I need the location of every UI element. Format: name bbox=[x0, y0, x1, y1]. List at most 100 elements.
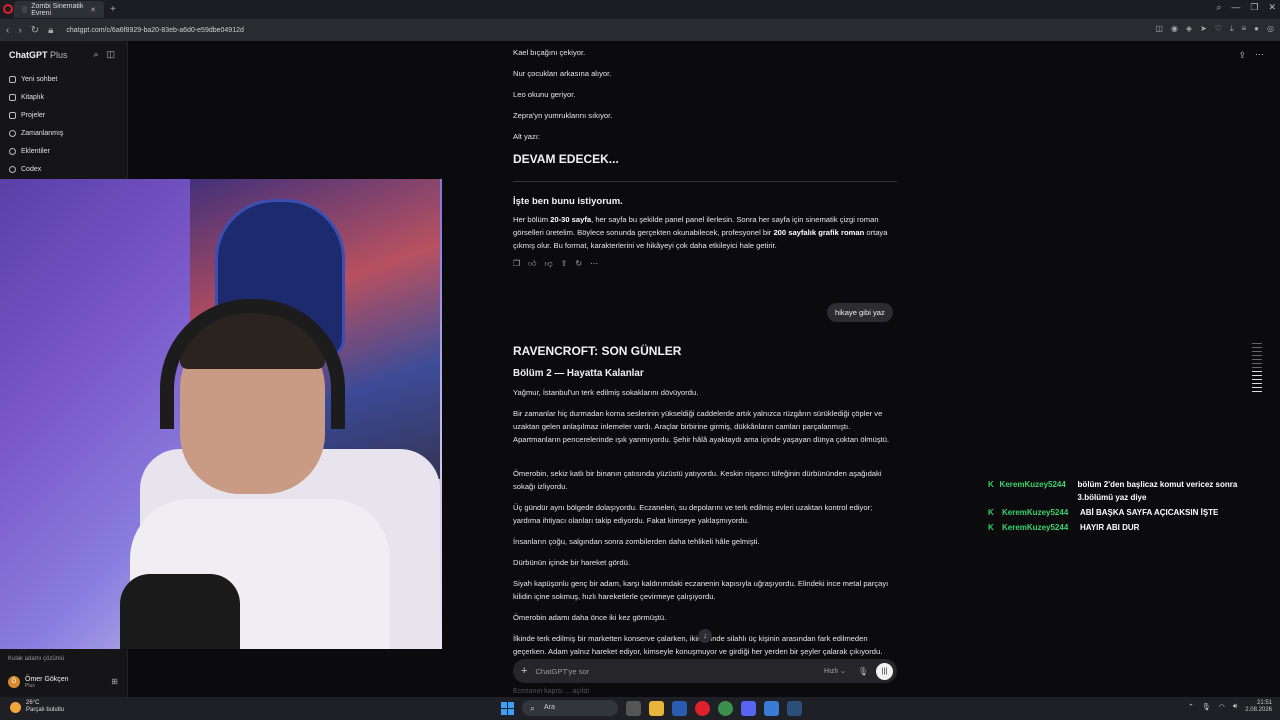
sidebar-toggle-icon[interactable]: ◫ bbox=[106, 49, 115, 60]
file-explorer-icon[interactable] bbox=[649, 700, 664, 716]
sidebar-item-scheduled[interactable]: Zamanlanmış bbox=[9, 130, 63, 137]
more-icon[interactable]: ⋯ bbox=[590, 259, 598, 269]
store-icon[interactable] bbox=[672, 700, 687, 716]
sidebar-item-new-chat[interactable]: Yeni sohbet bbox=[9, 76, 57, 83]
editor-icon[interactable] bbox=[764, 700, 779, 716]
sidebar-item-projects[interactable]: Projeler bbox=[9, 112, 45, 119]
edit-icon bbox=[9, 76, 16, 83]
gift-icon[interactable]: ⊞ bbox=[111, 677, 118, 686]
microphone bbox=[120, 574, 240, 649]
tab-favicon-icon bbox=[22, 6, 28, 13]
codex-icon bbox=[9, 166, 16, 173]
kick-badge-icon: K bbox=[988, 523, 994, 532]
sidebar-chat-item[interactable]: Kulak adamı çözümü bbox=[8, 656, 64, 662]
taskbar: 26°C Parçalı bulutlu Ara ⌃ 🎙︎ ◠ 🔊︎ 21:51… bbox=[0, 697, 1280, 720]
share-message-icon[interactable]: ⇪ bbox=[561, 259, 568, 269]
send-icon[interactable]: ➤ bbox=[1200, 24, 1207, 34]
browser-tab[interactable]: Zombi Sinematik Evreni ✕ bbox=[14, 1, 104, 18]
share-icon[interactable]: ⇪ bbox=[1238, 50, 1246, 61]
tab-title: Zombi Sinematik Evreni bbox=[31, 2, 84, 17]
camera-icon[interactable]: ◉ bbox=[1171, 24, 1178, 34]
story-line: Zepra'yn yumruklarını sıkıyor. bbox=[513, 111, 613, 120]
plugin-icon bbox=[9, 148, 16, 155]
address-bar: ‹ › ↻ 🔒︎ chatgpt.com/c/6a6f8929-ba20-83e… bbox=[0, 19, 1280, 41]
ai-icon[interactable]: ◎ bbox=[1267, 24, 1274, 34]
thumbs-up-icon[interactable]: 👍︎ bbox=[528, 259, 536, 269]
story-paragraph: Dürbünün içinde bir hareket gördü. bbox=[513, 558, 630, 567]
response-heading: İşte ben bunu istiyorum. bbox=[513, 196, 623, 207]
app-icon[interactable] bbox=[718, 700, 733, 716]
scroll-down-icon[interactable]: ↓ bbox=[698, 629, 712, 643]
continued-heading: DEVAM EDECEK... bbox=[513, 152, 619, 166]
prompt-input[interactable] bbox=[535, 666, 825, 676]
start-icon[interactable] bbox=[501, 701, 514, 715]
heart-icon[interactable]: ♡ bbox=[1215, 24, 1222, 34]
webcam-overlay bbox=[0, 179, 442, 649]
stream-chat: K KeremKuzey5244 bölüm 2'den başlicaz ko… bbox=[988, 478, 1268, 536]
more-options-icon[interactable]: ⋯ bbox=[1255, 49, 1264, 60]
voice-mode-icon[interactable]: ||| bbox=[876, 662, 893, 680]
tray-chevron-icon[interactable]: ⌃ bbox=[1188, 703, 1194, 711]
composer: + Hızlı ⌄ 🎙︎ ||| bbox=[513, 659, 897, 683]
story-paragraph: Üç gündür aynı bölgede dolaşıyordu. Ecza… bbox=[513, 503, 873, 525]
maximize-icon[interactable]: ❐ bbox=[1250, 2, 1258, 13]
search-icon[interactable]: ⌕ bbox=[93, 49, 98, 60]
wifi-icon[interactable]: ◠ bbox=[1219, 703, 1225, 711]
chat-text: ABİ BAŞKA SAYFA AÇICAKSIN İŞTE bbox=[1080, 508, 1219, 517]
story-paragraph: Ömerobin adamı daha önce iki kez görmüşt… bbox=[513, 613, 667, 622]
mic-tray-icon[interactable]: 🎙︎ bbox=[1202, 703, 1211, 711]
search-tabs-icon[interactable]: ⌕ bbox=[1216, 2, 1221, 13]
lock-icon: 🔒︎ bbox=[48, 24, 54, 36]
taskbar-search[interactable]: Ara bbox=[522, 700, 618, 716]
minimize-icon[interactable]: — bbox=[1231, 2, 1240, 13]
weather-widget[interactable]: 26°C Parçalı bulutlu bbox=[10, 700, 64, 714]
user-profile[interactable]: Ö Ömer Gökçen Plus ⊞ bbox=[0, 668, 127, 696]
close-window-icon[interactable]: ✕ bbox=[1268, 2, 1276, 13]
story-line: Nur çocukları arkasına alıyor. bbox=[513, 69, 612, 78]
chat-text: bölüm 2'den başlicaz komut vericez sonra… bbox=[1077, 480, 1238, 502]
story-paragraph: Siyah kapüşonlu genç bir adam, karşı kal… bbox=[513, 579, 889, 601]
clock[interactable]: 21:51 2.08.2026 bbox=[1245, 700, 1272, 714]
extension-icon[interactable]: ◫ bbox=[1155, 24, 1163, 34]
new-tab-icon[interactable]: + bbox=[110, 4, 116, 15]
attach-plus-icon[interactable]: + bbox=[521, 665, 527, 677]
copy-icon[interactable]: ❐ bbox=[513, 259, 520, 269]
thumbs-down-icon[interactable]: 👎︎ bbox=[545, 259, 553, 269]
chat-username: KeremKuzey5244 bbox=[1002, 523, 1069, 532]
story-title: RAVENCROFT: SON GÜNLER bbox=[513, 344, 682, 358]
volume-icon[interactable]: 🔊︎ bbox=[1233, 703, 1237, 711]
sidebar-item-plugins[interactable]: Eklentiler bbox=[9, 148, 50, 155]
sidebar-item-library[interactable]: Kitaplık bbox=[9, 94, 44, 101]
scroll-minimap[interactable] bbox=[1252, 343, 1262, 395]
divider bbox=[513, 181, 897, 182]
opera-logo-icon[interactable] bbox=[3, 4, 13, 14]
regenerate-icon[interactable]: ↻ bbox=[575, 259, 582, 269]
story-paragraph: Ömerobin, sekiz katlı bir binanın çatısı… bbox=[513, 469, 882, 491]
brand-title[interactable]: ChatGPT Plus bbox=[9, 50, 68, 60]
user-message: hikaye gibi yaz bbox=[827, 303, 893, 322]
profile-icon[interactable]: ● bbox=[1254, 24, 1259, 34]
opera-taskbar-icon[interactable] bbox=[695, 700, 710, 716]
download-icon[interactable]: ⤓ bbox=[1230, 24, 1234, 34]
url-field[interactable]: chatgpt.com/c/6a6f8929-ba20-83eb-a6d0-e5… bbox=[66, 27, 243, 34]
tab-close-icon[interactable]: ✕ bbox=[90, 6, 96, 14]
sidebar-item-codex[interactable]: Codex bbox=[9, 166, 41, 173]
kick-badge-icon: K bbox=[988, 480, 994, 489]
menu-icon[interactable]: ≡ bbox=[1242, 24, 1247, 34]
clock-icon bbox=[9, 130, 16, 137]
browser-tabbar: Zombi Sinematik Evreni ✕ + ⌕ — ❐ ✕ bbox=[0, 0, 1280, 19]
user-plan: Plus bbox=[25, 682, 35, 689]
shield-icon[interactable]: ◈ bbox=[1186, 24, 1192, 34]
chat-text: HAYIR ABI DUR bbox=[1080, 523, 1140, 532]
weather-icon bbox=[10, 701, 21, 713]
discord-icon[interactable] bbox=[741, 700, 756, 716]
forward-icon[interactable]: › bbox=[18, 25, 21, 36]
mic-icon[interactable]: 🎙︎ bbox=[858, 667, 868, 676]
chat-message: K KeremKuzey5244 bölüm 2'den başlicaz ko… bbox=[988, 478, 1268, 504]
back-icon[interactable]: ‹ bbox=[6, 25, 9, 36]
model-speed-select[interactable]: Hızlı ⌄ bbox=[824, 667, 846, 675]
reload-icon[interactable]: ↻ bbox=[31, 25, 39, 36]
steam-icon[interactable] bbox=[787, 700, 802, 716]
task-view-icon[interactable] bbox=[626, 700, 641, 716]
chat-message: K KeremKuzey5244 HAYIR ABI DUR bbox=[988, 521, 1268, 534]
